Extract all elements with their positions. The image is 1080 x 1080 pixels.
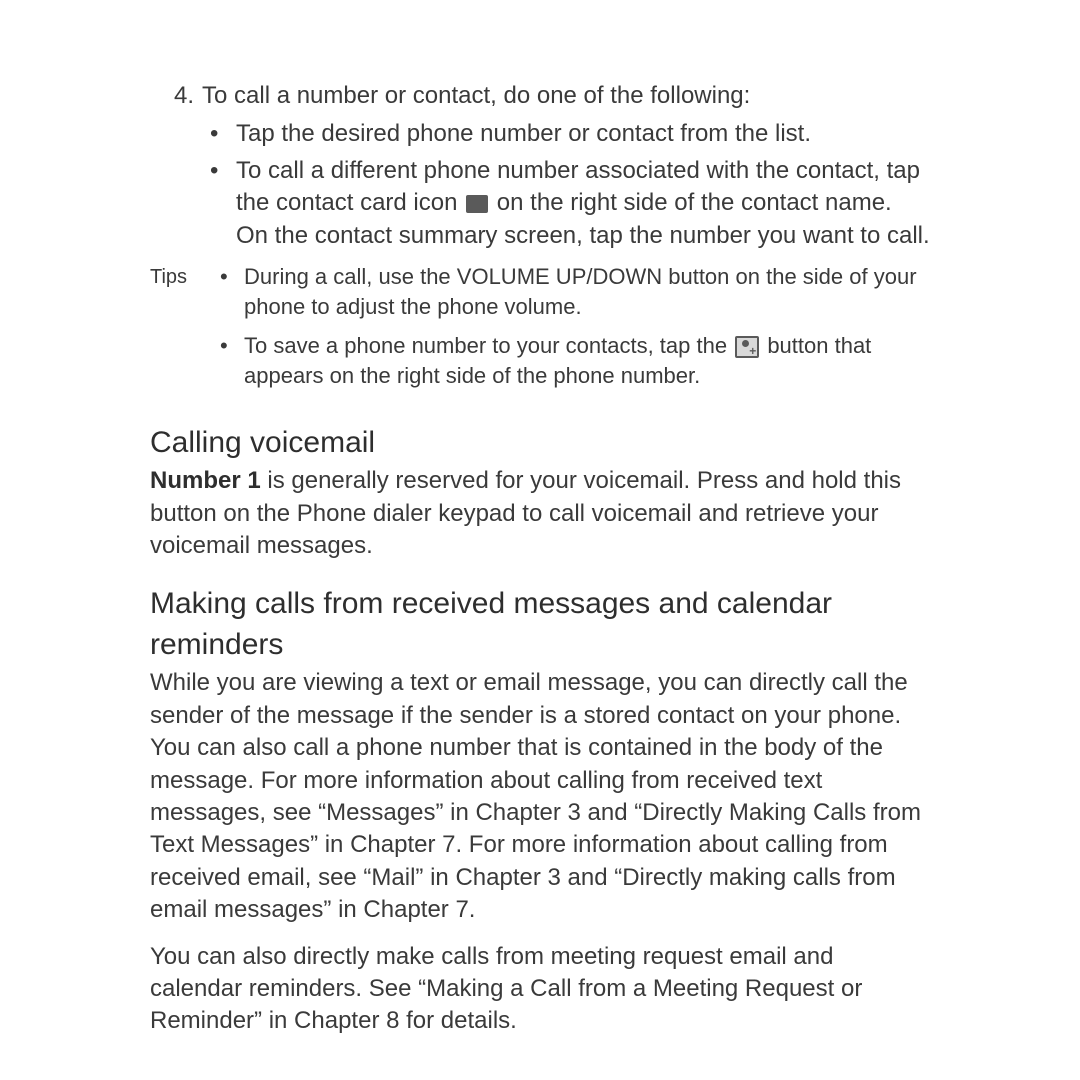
tips-block: Tips During a call, use the VOLUME UP/DO…: [150, 262, 930, 401]
tips-body: During a call, use the VOLUME UP/DOWN bu…: [220, 262, 930, 401]
bullet-contact-card: To call a different phone number associa…: [210, 155, 930, 252]
add-contact-icon: [735, 336, 759, 358]
bullet-tap-number: Tap the desired phone number or contact …: [210, 118, 930, 150]
step-text: To call a number or contact, do one of t…: [202, 80, 930, 112]
messages-p2: You can also directly make calls from me…: [150, 941, 930, 1038]
messages-p1: While you are viewing a text or email me…: [150, 667, 930, 926]
step-4: 4. To call a number or contact, do one o…: [150, 80, 930, 112]
voicemail-body: Number 1 is generally reserved for your …: [150, 465, 930, 562]
document-page: 4. To call a number or contact, do one o…: [0, 0, 1080, 1080]
step-number: 4.: [150, 80, 202, 112]
voicemail-body-rest: is generally reserved for your voicemail…: [150, 467, 901, 559]
tip-save-contact: To save a phone number to your contacts,…: [220, 331, 930, 390]
tips-bullets: During a call, use the VOLUME UP/DOWN bu…: [220, 262, 930, 391]
tip-save-before: To save a phone number to your contacts,…: [244, 333, 733, 358]
step-4-bullets: Tap the desired phone number or contact …: [150, 118, 930, 252]
contact-card-icon: [466, 195, 488, 213]
voicemail-bold-lead: Number 1: [150, 467, 261, 494]
tips-label: Tips: [150, 262, 220, 401]
heading-voicemail: Calling voicemail: [150, 423, 930, 464]
tip-volume: During a call, use the VOLUME UP/DOWN bu…: [220, 262, 930, 321]
heading-messages: Making calls from received messages and …: [150, 584, 930, 665]
